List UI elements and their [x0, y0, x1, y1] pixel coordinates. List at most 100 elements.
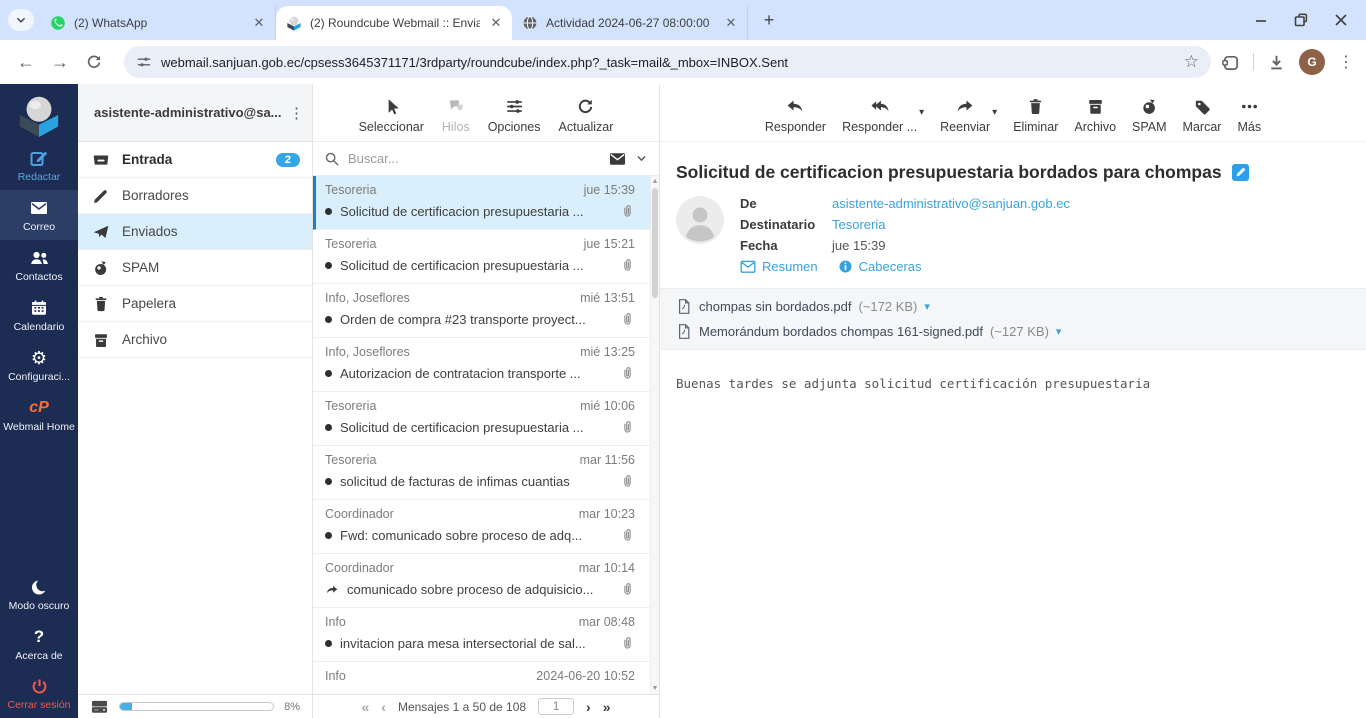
sidebar-item-webmail-home[interactable]: cP Webmail Home [0, 390, 78, 440]
threads-button[interactable]: Hilos [442, 97, 470, 134]
account-menu-icon[interactable]: ⋮ [289, 104, 304, 122]
archive-button[interactable]: Archivo [1074, 97, 1116, 134]
tab-search-button[interactable] [8, 9, 34, 31]
search-input[interactable] [348, 151, 600, 166]
message-header: De asistente-administrativo@sanjuan.gob.e… [676, 196, 1348, 274]
browser-menu-icon[interactable]: ⋮ [1338, 52, 1354, 72]
minimize-button[interactable] [1248, 7, 1274, 33]
tab-whatsapp[interactable]: (2) WhatsApp ✕ [40, 6, 276, 40]
scrollbar-thumb[interactable] [652, 188, 658, 298]
url-input[interactable] [161, 54, 1175, 70]
folder-archivo[interactable]: Archivo [78, 322, 312, 358]
message-row[interactable]: Tesoreria mar 11:56 solicitud de facturas… [313, 446, 659, 500]
close-window-button[interactable] [1328, 7, 1354, 33]
to-label: Destinatario [740, 217, 816, 232]
options-button[interactable]: Opciones [488, 97, 541, 134]
sidebar-item-contactos[interactable]: Contactos [0, 240, 78, 290]
sidebar-item-acerca-de[interactable]: ? Acerca de [0, 619, 78, 669]
close-icon[interactable]: ✕ [723, 15, 739, 31]
reply-dropdown-caret-icon[interactable]: ▾ [919, 107, 924, 134]
sidebar-item-redactar[interactable]: Redactar [0, 140, 78, 190]
folder-borradores[interactable]: Borradores [78, 178, 312, 214]
forward-dropdown-caret-icon[interactable]: ▾ [992, 107, 997, 134]
more-button[interactable]: Más [1237, 97, 1261, 134]
first-page-icon[interactable]: « [361, 700, 369, 714]
reply-button[interactable]: Responder [765, 97, 826, 134]
close-icon[interactable]: ✕ [488, 15, 504, 31]
prev-page-icon[interactable]: ‹ [381, 700, 386, 714]
sidebar-item-calendario[interactable]: Calendario [0, 290, 78, 340]
profile-avatar[interactable]: G [1299, 49, 1325, 75]
sidebar-item-label: Webmail Home [3, 421, 75, 434]
message-row[interactable]: Info, Joseflores mié 13:51 Orden de compr… [313, 284, 659, 338]
search-options-chevron-icon[interactable] [635, 152, 648, 165]
tab-title: (2) WhatsApp [74, 16, 148, 30]
attachment-menu-caret-icon[interactable]: ▾ [924, 300, 930, 313]
download-icon[interactable] [1267, 53, 1286, 72]
message-row[interactable]: Coordinador mar 10:14 comunicado sobre pr… [313, 554, 659, 608]
refresh-button[interactable]: Actualizar [559, 97, 613, 134]
sidebar-item-label: Correo [22, 221, 56, 234]
reload-button[interactable] [80, 48, 108, 76]
next-page-icon[interactable]: › [586, 700, 591, 714]
calendar-icon [32, 300, 46, 315]
message-pane: Responder Responder ... ▾ Reenviar ▾ Eli… [660, 84, 1366, 718]
message-row[interactable]: Tesoreria jue 15:39 Solicitud de certific… [313, 176, 659, 230]
summary-link[interactable]: Resumen [740, 259, 818, 274]
scroll-down-icon[interactable]: ▼ [651, 685, 659, 692]
attachment-item[interactable]: Memorándum bordados chompas 161-signed.p… [676, 319, 1350, 344]
attachment-menu-caret-icon[interactable]: ▾ [1056, 325, 1062, 338]
address-bar[interactable]: ☆ [124, 46, 1211, 78]
delete-button[interactable]: Eliminar [1013, 97, 1058, 134]
pdf-file-icon [679, 299, 690, 314]
tab-roundcube[interactable]: (2) Roundcube Webmail :: Envia ✕ [276, 6, 512, 40]
message-row[interactable]: Info 2024-06-20 10:52 [313, 662, 659, 694]
message-row[interactable]: Tesoreria jue 15:21 Solicitud de certific… [313, 230, 659, 284]
sidebar-item-modo-oscuro[interactable]: Modo oscuro [0, 569, 78, 619]
message-row[interactable]: Info mar 08:48 invitacion para mesa inter… [313, 608, 659, 662]
date-label: Fecha [740, 238, 778, 253]
profile-initial: G [1307, 55, 1317, 69]
folders-column: asistente-administrativo@sa... ⋮ Entrada… [78, 84, 313, 718]
folder-papelera[interactable]: Papelera [78, 286, 312, 322]
message-row[interactable]: Tesoreria mié 10:06 Solicitud de certific… [313, 392, 659, 446]
mark-button[interactable]: Marcar [1183, 97, 1221, 134]
reply-all-button[interactable]: Responder ... [842, 97, 917, 134]
select-button[interactable]: Seleccionar [359, 97, 424, 134]
whatsapp-icon [51, 16, 65, 30]
bookmark-star-icon[interactable]: ☆ [1184, 52, 1199, 72]
sent-plane-icon [93, 225, 109, 238]
back-button[interactable]: ← [12, 48, 40, 76]
message-subject: comunicado sobre proceso de adquisicio..… [347, 582, 594, 597]
tab-actividad[interactable]: Actividad 2024-06-27 08:00:00 ✕ [512, 6, 748, 40]
sidebar-item-correo[interactable]: Correo [0, 190, 78, 241]
folder-entrada[interactable]: Entrada 2 [78, 142, 312, 178]
page-input[interactable] [538, 698, 575, 715]
sidebar-item-configuracion[interactable]: ⚙ Configuraci... [0, 340, 78, 390]
chevron-down-icon [16, 17, 26, 23]
scroll-up-icon[interactable]: ▲ [651, 178, 659, 185]
spam-button[interactable]: SPAM [1132, 97, 1167, 134]
from-address[interactable]: asistente-administrativo@sanjuan.gob.ec [832, 196, 1070, 211]
last-page-icon[interactable]: » [603, 700, 611, 714]
attachment-item[interactable]: chompas sin bordados.pdf (~172 KB) ▾ [676, 294, 1350, 319]
browser-toolbar: ← → ☆ G ⋮ [0, 40, 1366, 84]
search-scope-envelope-icon[interactable] [608, 151, 627, 167]
sidebar-item-cerrar-sesion[interactable]: Cerrar sesión [0, 669, 78, 718]
site-info-icon[interactable] [136, 54, 152, 70]
close-icon[interactable]: ✕ [251, 15, 267, 31]
headers-link[interactable]: Cabeceras [838, 259, 922, 274]
message-subject: Orden de compra #23 transporte proyect..… [340, 312, 586, 327]
edit-as-new-icon[interactable] [1231, 164, 1249, 181]
to-address[interactable]: Tesoreria [832, 217, 885, 232]
folder-spam[interactable]: SPAM [78, 250, 312, 286]
folder-enviados[interactable]: Enviados [78, 214, 312, 250]
message-row[interactable]: Info, Joseflores mié 13:25 Autorizacion d… [313, 338, 659, 392]
maximize-button[interactable] [1288, 7, 1314, 33]
list-scrollbar[interactable]: ▲ ▼ [650, 176, 659, 694]
message-row[interactable]: Coordinador mar 10:23 Fwd: comunicado sob… [313, 500, 659, 554]
forward-button[interactable]: → [46, 48, 74, 76]
new-tab-button[interactable]: + [756, 7, 782, 33]
extensions-icon[interactable] [1221, 53, 1240, 72]
forward-button[interactable]: Reenviar [940, 97, 990, 134]
